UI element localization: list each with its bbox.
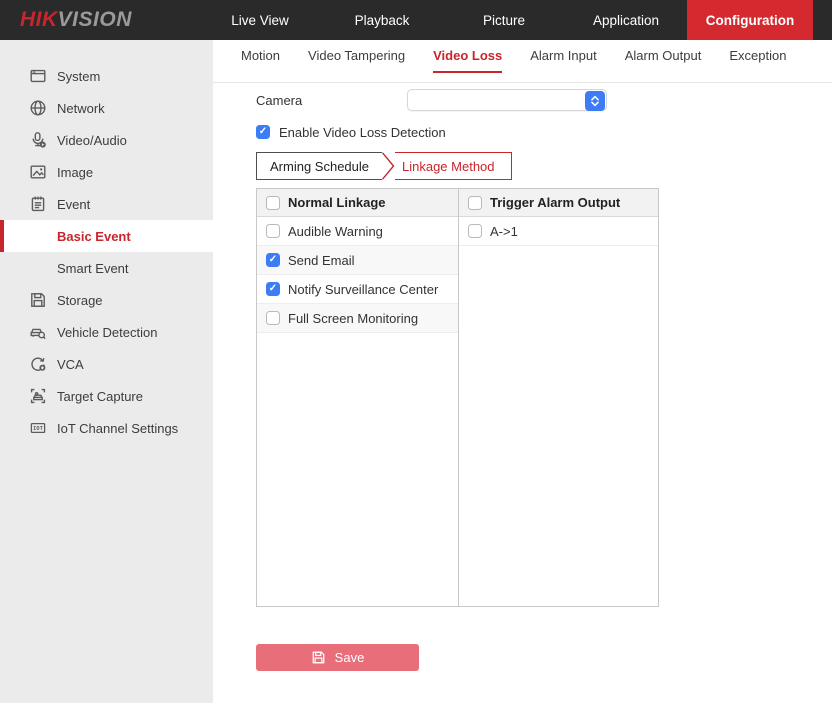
select-stepper-icon[interactable] xyxy=(585,91,605,111)
main-panel: Motion Video Tampering Video Loss Alarm Inp… xyxy=(213,40,832,703)
top-nav-items: Live ViewPlaybackPictureApplicationConfi… xyxy=(199,0,813,40)
logo-hik: HIK xyxy=(20,8,58,32)
nav-item-playback[interactable]: Playback xyxy=(321,0,443,40)
event-icon xyxy=(29,195,47,213)
column-header-label: Normal Linkage xyxy=(288,195,386,210)
target-capture-icon xyxy=(29,387,47,405)
sidebar-item-label: Network xyxy=(57,101,105,116)
subtab-chevron-icon xyxy=(382,152,395,180)
enable-video-loss-checkbox[interactable] xyxy=(256,125,270,139)
linkage-row-notify-surveillance-center: Notify Surveillance Center xyxy=(257,275,458,304)
column-header-label: Trigger Alarm Output xyxy=(490,195,620,210)
save-button-label: Save xyxy=(335,650,365,665)
subtab-arming-schedule[interactable]: Arming Schedule xyxy=(256,152,382,180)
linkage-row-a-1: A->1 xyxy=(459,217,658,246)
system-icon xyxy=(29,67,47,85)
sidebar-item-storage[interactable]: Storage xyxy=(0,284,213,316)
content-body: Camera Enable Video Loss Detection Armin… xyxy=(213,83,832,671)
nav-item-live-view[interactable]: Live View xyxy=(199,0,321,40)
row-label: Full Screen Monitoring xyxy=(288,311,418,326)
table-column-header: Trigger Alarm Output xyxy=(459,189,658,217)
sidebar-item-vehicle-detection[interactable]: Vehicle Detection xyxy=(0,316,213,348)
row-label: A->1 xyxy=(490,224,518,239)
event-tabs: Motion Video Tampering Video Loss Alarm Inp… xyxy=(213,40,832,83)
nav-item-application[interactable]: Application xyxy=(565,0,687,40)
row-checkbox[interactable] xyxy=(266,224,280,238)
top-nav: HIKVISION Live ViewPlaybackPictureApplic… xyxy=(0,0,832,40)
nav-item-configuration[interactable]: Configuration xyxy=(687,0,813,40)
camera-select[interactable] xyxy=(407,89,607,111)
sidebar-item-label: Vehicle Detection xyxy=(57,325,157,340)
column-header-checkbox[interactable] xyxy=(468,196,482,210)
linkage-row-audible-warning: Audible Warning xyxy=(257,217,458,246)
tab-motion[interactable]: Motion xyxy=(241,48,280,73)
sidebar-item-label: Storage xyxy=(57,293,103,308)
sidebar-item-smart-event[interactable]: Smart Event xyxy=(0,252,213,284)
vehicle-detection-icon xyxy=(29,323,47,341)
storage-icon xyxy=(29,291,47,309)
camera-label: Camera xyxy=(256,93,407,108)
image-icon xyxy=(29,163,47,181)
row-label: Send Email xyxy=(288,253,354,268)
enable-video-loss-row: Enable Video Loss Detection xyxy=(256,124,832,140)
save-button[interactable]: Save xyxy=(256,644,419,671)
row-label: Notify Surveillance Center xyxy=(288,282,438,297)
subtabs: Arming Schedule Linkage Method xyxy=(256,152,832,180)
row-checkbox[interactable] xyxy=(266,282,280,296)
sidebar-item-image[interactable]: Image xyxy=(0,156,213,188)
network-icon xyxy=(29,99,47,117)
linkage-column-normal-linkage: Normal Linkage Audible Warning Send Emai… xyxy=(257,189,458,606)
camera-row: Camera xyxy=(256,89,832,111)
subtab-arming-schedule-label: Arming Schedule xyxy=(270,159,369,174)
subtab-linkage-method-label: Linkage Method xyxy=(402,159,495,174)
tab-exception[interactable]: Exception xyxy=(729,48,786,73)
sidebar-item-vca[interactable]: VCA xyxy=(0,348,213,380)
sidebar-item-label: VCA xyxy=(57,357,84,372)
linkage-row-full-screen-monitoring: Full Screen Monitoring xyxy=(257,304,458,333)
vca-icon xyxy=(29,355,47,373)
sidebar-item-video-audio[interactable]: Video/Audio xyxy=(0,124,213,156)
sidebar-item-event[interactable]: Event xyxy=(0,188,213,220)
video-audio-icon xyxy=(29,131,47,149)
tab-alarm-output[interactable]: Alarm Output xyxy=(625,48,702,73)
tab-video-tampering[interactable]: Video Tampering xyxy=(308,48,405,73)
svg-text:IOT: IOT xyxy=(33,426,44,432)
nav-item-picture[interactable]: Picture xyxy=(443,0,565,40)
tab-video-loss[interactable]: Video Loss xyxy=(433,48,502,73)
sidebar-item-label: Image xyxy=(57,165,93,180)
enable-video-loss-label: Enable Video Loss Detection xyxy=(279,125,446,140)
sidebar: System Network Video/Audio Image Event B… xyxy=(0,40,213,703)
sidebar-item-label: IoT Channel Settings xyxy=(57,421,178,436)
hikvision-logo: HIKVISION xyxy=(0,0,199,40)
table-column-header: Normal Linkage xyxy=(257,189,458,217)
sidebar-item-label: Smart Event xyxy=(57,261,129,276)
sidebar-item-target-capture[interactable]: Target Capture xyxy=(0,380,213,412)
sidebar-item-iot-channel-settings[interactable]: IOT IoT Channel Settings xyxy=(0,412,213,444)
column-header-checkbox[interactable] xyxy=(266,196,280,210)
row-label: Audible Warning xyxy=(288,224,383,239)
sidebar-item-label: Video/Audio xyxy=(57,133,127,148)
linkage-row-send-email: Send Email xyxy=(257,246,458,275)
sidebar-item-basic-event[interactable]: Basic Event xyxy=(0,220,213,252)
sidebar-item-label: Target Capture xyxy=(57,389,143,404)
sidebar-item-label: Basic Event xyxy=(57,229,131,244)
sidebar-item-system[interactable]: System xyxy=(0,60,213,92)
save-icon xyxy=(311,650,326,665)
iot-icon: IOT xyxy=(29,419,47,437)
sidebar-item-label: System xyxy=(57,69,100,84)
sidebar-item-label: Event xyxy=(57,197,90,212)
linkage-column-trigger-alarm-output: Trigger Alarm Output A->1 xyxy=(458,189,658,606)
subtab-linkage-method[interactable]: Linkage Method xyxy=(395,152,512,180)
row-checkbox[interactable] xyxy=(468,224,482,238)
tab-alarm-input[interactable]: Alarm Input xyxy=(530,48,596,73)
app-shell: System Network Video/Audio Image Event B… xyxy=(0,40,832,703)
logo-vision: VISION xyxy=(58,8,132,32)
row-checkbox[interactable] xyxy=(266,311,280,325)
row-checkbox[interactable] xyxy=(266,253,280,267)
linkage-table: Normal Linkage Audible Warning Send Emai… xyxy=(256,188,659,607)
sidebar-item-network[interactable]: Network xyxy=(0,92,213,124)
